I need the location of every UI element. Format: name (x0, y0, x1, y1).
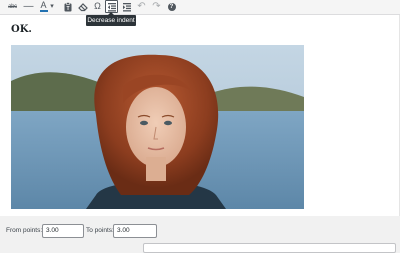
partial-input-field[interactable] (143, 243, 396, 253)
content-paragraph: OK. (11, 24, 32, 35)
clear-formatting-button[interactable] (76, 0, 89, 13)
text-color-swatch (39, 10, 48, 12)
eraser-icon (77, 2, 88, 11)
horizontal-line-button[interactable]: — (22, 0, 35, 13)
redo-icon: ↷ (152, 0, 161, 12)
horizontal-line-icon: — (23, 0, 34, 12)
to-points-input[interactable]: 3.00 (113, 224, 157, 238)
special-character-button[interactable]: Ω (91, 0, 104, 13)
indent-icon (122, 2, 131, 11)
strikethrough-icon: abc (8, 3, 17, 10)
redo-button[interactable]: ↷ (150, 0, 163, 13)
clipboard-icon: T (64, 1, 71, 12)
help-icon: ? (167, 2, 176, 11)
outdent-icon (107, 2, 116, 11)
text-color-dropdown[interactable]: ▾ (48, 0, 56, 13)
help-button[interactable]: ? (165, 0, 178, 13)
portrait-photo (11, 45, 304, 209)
help-icon-glyph: ? (169, 3, 174, 10)
editor-content-area[interactable]: OK. (0, 15, 400, 216)
svg-text:T: T (66, 6, 69, 12)
undo-button[interactable]: ↶ (135, 0, 148, 13)
undo-icon: ↶ (137, 0, 146, 12)
text-color-icon: A (40, 0, 47, 10)
editor-toolbar: abc — A ▾ T Ω ↶ ↷ ? (0, 0, 400, 15)
from-points-input[interactable]: 3.00 (42, 224, 84, 238)
increase-indent-button[interactable] (120, 0, 133, 13)
tooltip: Decrease indent (86, 12, 136, 26)
omega-icon: Ω (94, 1, 101, 11)
caret-down-icon: ▾ (50, 3, 54, 10)
from-points-label: From points: (6, 227, 43, 234)
to-points-label: To points: (86, 227, 114, 234)
strikethrough-button[interactable]: abc (6, 0, 19, 13)
paste-as-text-button[interactable]: T (61, 0, 74, 13)
content-image[interactable] (11, 45, 304, 209)
